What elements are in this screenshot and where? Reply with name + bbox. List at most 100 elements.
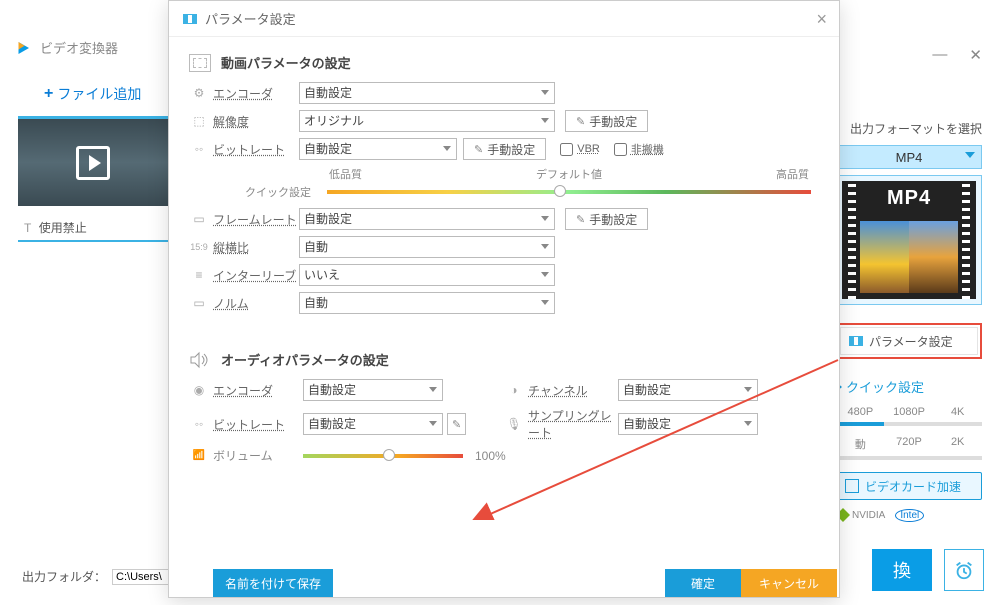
preset-1080p[interactable]: 1080P <box>885 406 934 418</box>
mp4-badge-icon: MP4 <box>887 187 931 210</box>
video-section-header: 動画パラメータの設定 <box>189 53 819 72</box>
resolution-presets-2: 動 720P 2K <box>836 436 982 452</box>
confirm-button[interactable]: 確定 <box>665 569 741 597</box>
preset-4k[interactable]: 4K <box>933 406 982 418</box>
window-controls: — ✕ <box>932 46 982 64</box>
channel-icon: ◑ <box>504 383 524 397</box>
resolution-label: 解像度 <box>213 113 299 130</box>
pencil-icon: ✎ <box>452 418 461 431</box>
gpu-icon <box>845 479 859 493</box>
video-icon <box>189 54 211 72</box>
save-as-button[interactable]: 名前を付けて保存 <box>213 569 333 597</box>
volume-label: ボリューム <box>213 447 303 464</box>
resolution-bar-2[interactable] <box>836 456 982 460</box>
volume-icon: 📶 <box>189 450 209 461</box>
quality-labels: 低品質 デフォルト値 高品質 <box>329 166 809 182</box>
format-select-label: 出力フォーマットを選択 <box>836 120 982 137</box>
dialog-title: パラメータ設定 <box>169 1 839 37</box>
param-settings-highlight: パラメータ設定 <box>836 323 982 359</box>
clock-icon <box>953 559 975 581</box>
resolution-icon: ⬚ <box>189 114 209 128</box>
minimize-button[interactable]: — <box>932 46 947 64</box>
resolution-select[interactable]: オリジナル <box>299 110 555 132</box>
audio-encoder-select[interactable]: 自動設定 <box>303 379 443 401</box>
bitrate-manual-button[interactable]: ✎手動設定 <box>463 138 546 160</box>
quick-settings-toggle[interactable]: クイック設定 <box>836 377 982 396</box>
sampling-icon: 🎙 <box>504 417 524 431</box>
app-title: ビデオ変換器 <box>14 38 118 57</box>
cancel-button[interactable]: キャンセル <box>741 569 837 597</box>
gear-icon: ⚙ <box>189 86 209 100</box>
preset-2k[interactable]: 2K <box>933 436 982 452</box>
audio-bitrate-icon: ◦◦ <box>189 417 209 431</box>
thumbnail-status: T 使用禁止 <box>18 215 168 242</box>
audio-bitrate-select[interactable]: 自動設定 <box>303 413 443 435</box>
hiden-checkbox[interactable]: 非搬機 <box>614 141 664 157</box>
bitrate-label: ビットレート <box>213 141 299 158</box>
resolution-manual-button[interactable]: ✎手動設定 <box>565 110 648 132</box>
audio-bitrate-manual-button[interactable]: ✎ <box>447 413 466 435</box>
volume-value: 100% <box>475 449 506 463</box>
channel-label: チャンネル <box>528 382 618 399</box>
gpu-accel-button[interactable]: ビデオカード加速 <box>836 472 982 500</box>
schedule-button[interactable] <box>944 549 984 591</box>
dialog-footer: 名前を付けて保存 確定 キャンセル <box>169 569 839 597</box>
pencil-icon: ✎ <box>474 143 483 156</box>
param-settings-button[interactable]: パラメータ設定 <box>840 327 978 355</box>
sliders-icon <box>849 336 863 346</box>
bitrate-icon: ◦◦ <box>189 142 209 156</box>
app-logo-icon <box>14 39 32 57</box>
channel-select[interactable]: 自動設定 <box>618 379 758 401</box>
chevron-down-icon <box>965 152 975 158</box>
preset-720p[interactable]: 720P <box>885 436 934 452</box>
add-file-button[interactable]: + ファイル追加 <box>44 84 141 104</box>
aspect-icon: 15:9 <box>189 242 209 252</box>
resolution-bar-1[interactable] <box>836 422 982 426</box>
interleave-select[interactable]: いいえ <box>299 264 555 286</box>
format-preview[interactable]: MP4 <box>836 175 982 305</box>
interleave-label: インターリーブ <box>213 267 299 284</box>
framerate-icon: ▭ <box>189 212 209 226</box>
encoder-label: エンコーダ <box>213 85 299 102</box>
play-icon <box>76 146 110 180</box>
dialog-close-button[interactable]: × <box>816 9 827 30</box>
intel-logo-icon: Intel <box>895 509 924 522</box>
quality-slider[interactable] <box>327 190 811 194</box>
video-thumbnail[interactable] <box>18 116 168 206</box>
audio-section-header: オーディオパラメータの設定 <box>189 350 819 369</box>
aspect-select[interactable]: 自動 <box>299 236 555 258</box>
pencil-icon: ✎ <box>576 213 585 226</box>
resolution-presets-1: 480P 1080P 4K <box>836 406 982 418</box>
framerate-manual-button[interactable]: ✎手動設定 <box>565 208 648 230</box>
sampling-label: サンプリングレート <box>528 407 618 441</box>
aspect-label: 縦横比 <box>213 239 299 256</box>
audio-encoder-label: エンコーダ <box>213 382 303 399</box>
norm-select[interactable]: 自動 <box>299 292 555 314</box>
quick-setting-label: クイック設定 <box>189 184 319 200</box>
text-icon: T <box>24 221 31 235</box>
preset-480p[interactable]: 480P <box>836 406 885 418</box>
close-button[interactable]: ✕ <box>969 46 982 64</box>
volume-slider[interactable] <box>303 454 463 458</box>
audio-bitrate-label: ビットレート <box>213 416 303 433</box>
format-tab[interactable]: MP4 <box>836 145 982 169</box>
parameter-settings-dialog: パラメータ設定 × 動画パラメータの設定 ⚙ エンコーダ 自動設定 ⬚ 解像度 … <box>168 0 840 598</box>
sampling-select[interactable]: 自動設定 <box>618 413 758 435</box>
video-bitrate-select[interactable]: 自動設定 <box>299 138 457 160</box>
framerate-label: フレームレート <box>213 211 299 228</box>
pencil-icon: ✎ <box>576 115 585 128</box>
video-encoder-select[interactable]: 自動設定 <box>299 82 555 104</box>
output-folder-label: 出力フォルダ： <box>22 568 106 585</box>
framerate-select[interactable]: 自動設定 <box>299 208 555 230</box>
vbr-checkbox[interactable]: VBR <box>560 143 600 156</box>
norm-label: ノルム <box>213 295 299 312</box>
speaker-icon <box>189 351 211 369</box>
nvidia-logo-icon: NVIDIA <box>836 508 885 522</box>
interleave-icon: ≡ <box>189 268 209 282</box>
norm-icon: ▭ <box>189 296 209 310</box>
sliders-icon <box>183 14 197 24</box>
volume-slider-handle[interactable] <box>383 449 395 461</box>
preset-auto[interactable]: 動 <box>836 436 885 452</box>
convert-button[interactable]: 換 <box>872 549 932 591</box>
slider-handle[interactable] <box>554 185 566 197</box>
